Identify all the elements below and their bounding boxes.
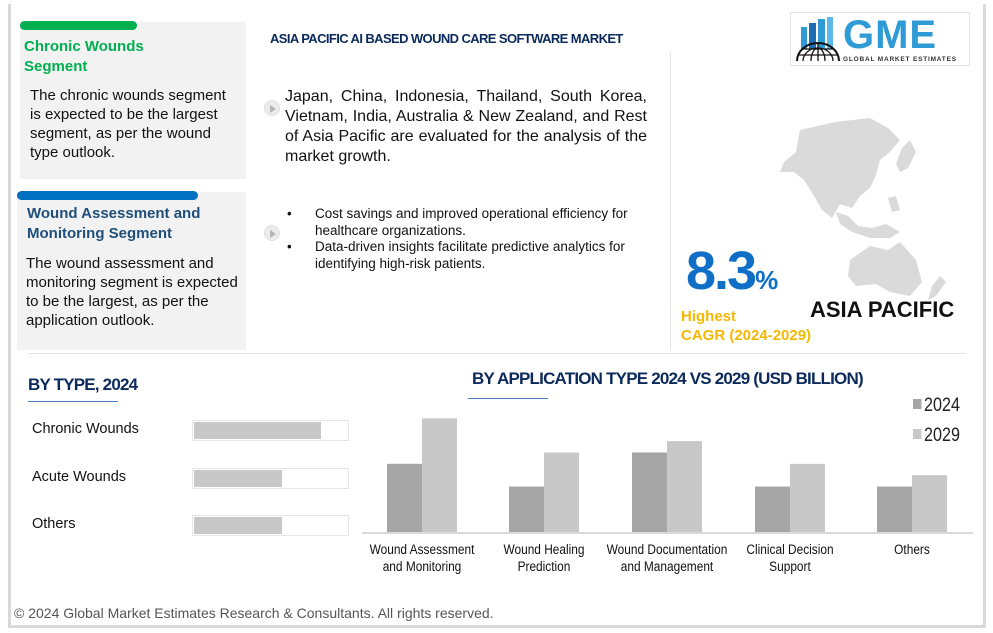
chronic-wounds-accent-bar xyxy=(20,21,137,30)
by-application-title: BY APPLICATION TYPE 2024 VS 2029 (USD BI… xyxy=(472,369,864,388)
copyright-footer: © 2024 Global Market Estimates Research … xyxy=(14,605,494,621)
x-tick-label: Others xyxy=(894,542,930,557)
cagr-number: 8.3 xyxy=(686,241,757,301)
legend-item-2024: 2024 xyxy=(913,395,960,417)
chronic-wounds-title: Chronic Wounds Segment xyxy=(24,38,144,75)
type-bar-track xyxy=(192,420,349,441)
chevron-right-icon xyxy=(264,225,280,241)
x-tick-label: Wound Healing Prediction xyxy=(503,542,585,574)
legend-label-2024: 2024 xyxy=(924,395,960,416)
vertical-divider xyxy=(670,52,671,350)
legend-item-2029: 2029 xyxy=(913,425,960,447)
cagr-unit: % xyxy=(755,265,779,295)
x-tick-label: Clinical Decision Support xyxy=(746,542,834,574)
region-name: ASIA PACIFIC xyxy=(810,297,955,322)
horizontal-divider xyxy=(28,353,966,354)
driver-item: Cost savings and improved operational ef… xyxy=(287,206,667,239)
type-bar xyxy=(194,517,283,534)
chronic-wounds-text: The chronic wounds segment is expected t… xyxy=(30,87,226,161)
legend-label-2029: 2029 xyxy=(924,425,960,446)
type-label: Others xyxy=(32,516,76,532)
logo-wordmark: GME xyxy=(843,13,938,57)
legend-swatch-2029 xyxy=(913,429,922,439)
gme-logo: GME GLOBAL MARKET ESTIMATES xyxy=(790,12,970,66)
wound-assessment-text: The wound assessment and monitoring segm… xyxy=(26,255,238,329)
x-tick-label: Wound Assessment and Monitoring xyxy=(369,542,475,574)
type-bar xyxy=(194,422,322,439)
market-title: ASIA PACIFIC AI BASED WOUND CARE SOFTWAR… xyxy=(270,31,623,46)
by-type-title: BY TYPE, 2024 xyxy=(28,375,138,394)
type-bar xyxy=(194,470,283,487)
type-bar-track xyxy=(192,515,349,536)
type-bar-track xyxy=(192,468,349,489)
chevron-right-icon xyxy=(264,100,280,116)
drivers-list: Cost savings and improved operational ef… xyxy=(287,206,667,272)
cagr-label: Highest CAGR (2024-2029) xyxy=(681,307,811,345)
legend-swatch-2024 xyxy=(913,399,922,409)
globe-buildings-icon xyxy=(796,17,840,62)
countries-text: Japan, China, Indonesia, Thailand, South… xyxy=(285,88,647,165)
cagr-value: 8.3% xyxy=(686,240,778,302)
by-application-underline xyxy=(468,398,548,399)
cagr-label-line2: CAGR (2024-2029) xyxy=(681,327,812,344)
by-type-underline xyxy=(28,401,118,402)
x-tick-label: Wound Documentation and Management xyxy=(606,542,728,574)
type-label: Chronic Wounds xyxy=(32,421,139,437)
driver-item: Data-driven insights facilitate predicti… xyxy=(287,239,667,272)
type-label: Acute Wounds xyxy=(32,469,127,485)
cagr-label-line1: Highest xyxy=(681,308,737,325)
logo-subtitle: GLOBAL MARKET ESTIMATES xyxy=(843,56,957,63)
wound-assessment-title: Wound Assessment and Monitoring Segment xyxy=(27,205,201,242)
wound-assessment-accent-bar xyxy=(17,191,198,200)
